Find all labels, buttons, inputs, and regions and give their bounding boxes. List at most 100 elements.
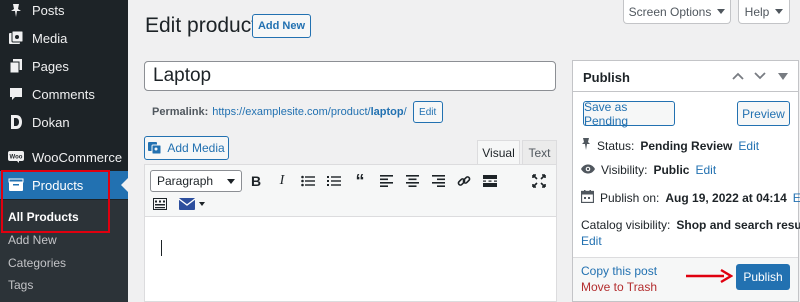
permalink-label: Permalink: (152, 106, 209, 118)
media-icon (6, 28, 26, 48)
visibility-label: Visibility: (601, 163, 648, 177)
publish-on-label: Publish on: (600, 191, 660, 205)
catalog-visibility-label: Catalog visibility: (581, 218, 671, 232)
permalink-trail: / (403, 106, 407, 118)
submenu-add-new[interactable]: Add New (8, 233, 57, 247)
menu-item-dokan[interactable]: Dokan (0, 108, 128, 136)
status-edit-link[interactable]: Edit (738, 139, 759, 153)
comment-icon (6, 84, 26, 104)
add-media-button[interactable]: Add Media (144, 136, 229, 160)
align-left-icon[interactable] (376, 171, 396, 191)
submenu-categories[interactable]: Categories (8, 256, 66, 270)
dokan-icon (6, 112, 26, 132)
align-right-icon[interactable] (428, 171, 448, 191)
calendar-icon (580, 190, 595, 206)
read-more-icon[interactable] (480, 171, 500, 191)
catalog-visibility-edit-link[interactable]: Edit (581, 234, 602, 248)
products-submenu: All Products Add New Categories Tags (0, 200, 128, 302)
content-editor: Paragraph B I “ (144, 164, 557, 302)
eye-icon (581, 163, 595, 177)
text-caret (161, 240, 162, 256)
chevron-down-icon (227, 179, 235, 184)
publish-on-row: Publish on: Aug 19, 2022 at 04:14 Edit (580, 190, 800, 206)
menu-label: Dokan (32, 114, 70, 130)
menu-label: Media (32, 30, 68, 46)
page-title: Edit product (145, 14, 258, 37)
product-title-input[interactable] (144, 61, 556, 91)
help-button[interactable]: Help (738, 0, 790, 24)
status-value: Pending Review (640, 138, 733, 153)
editor-toolbar: Paragraph B I “ (145, 165, 556, 217)
publish-box-footer: Copy this post Move to Trash Publish (573, 257, 798, 301)
menu-label: Products (32, 177, 84, 193)
screen-options-label: Screen Options (628, 4, 712, 19)
preview-button[interactable]: Preview (737, 101, 790, 126)
woocommerce-icon: Woo (6, 147, 26, 167)
bulleted-list-icon[interactable] (298, 171, 318, 191)
submenu-tags[interactable]: Tags (8, 278, 33, 292)
format-select-value: Paragraph (157, 174, 214, 188)
menu-item-woocommerce[interactable]: Woo WooCommerce (0, 143, 128, 171)
products-icon (6, 175, 26, 195)
format-select[interactable]: Paragraph (150, 170, 242, 192)
editor-content-area[interactable] (145, 218, 556, 301)
publish-box-header: Publish (573, 61, 798, 92)
admin-sidebar: Posts Media Pages Comments Dokan Woo Woo… (0, 0, 128, 302)
menu-item-products[interactable]: Products (0, 171, 128, 199)
visibility-edit-link[interactable]: Edit (695, 163, 716, 177)
pin-icon (581, 137, 591, 154)
mail-icon[interactable] (177, 194, 207, 214)
move-to-trash-link[interactable]: Move to Trash (581, 280, 657, 294)
permalink-link[interactable]: https://examplesite.com/product/laptop/ (212, 106, 406, 118)
add-media-icon (148, 140, 162, 157)
publish-on-edit-link[interactable]: Edit (793, 191, 800, 205)
align-center-icon[interactable] (402, 171, 422, 191)
bold-icon[interactable]: B (246, 171, 266, 191)
publish-on-value: Aug 19, 2022 at 04:14 (665, 191, 787, 205)
publish-button[interactable]: Publish (736, 264, 790, 290)
permalink-slug: laptop (370, 106, 404, 118)
menu-item-comments[interactable]: Comments (0, 80, 128, 108)
collapse-toggle-icon[interactable] (776, 69, 790, 83)
blockquote-icon[interactable]: “ (350, 171, 370, 191)
menu-item-pages[interactable]: Pages (0, 52, 128, 80)
pin-icon (6, 0, 26, 20)
link-icon[interactable] (454, 171, 474, 191)
visibility-row: Visibility: Public Edit (581, 163, 716, 177)
permalink-edit-button[interactable]: Edit (412, 101, 443, 123)
fullscreen-icon[interactable] (529, 171, 549, 191)
toolbar-toggle-icon[interactable] (150, 194, 170, 214)
save-as-pending-button[interactable]: Save as Pending (583, 100, 675, 128)
screen-options-button[interactable]: Screen Options (623, 0, 731, 24)
copy-post-link[interactable]: Copy this post (581, 264, 657, 278)
chevron-down-icon (717, 9, 726, 14)
tab-text[interactable]: Text (522, 140, 557, 165)
status-row: Status: Pending Review Edit (581, 137, 759, 154)
menu-label: Pages (32, 58, 69, 74)
permalink-base: https://examplesite.com/product/ (212, 106, 371, 118)
italic-icon[interactable]: I (272, 171, 292, 191)
menu-item-media[interactable]: Media (0, 24, 128, 52)
publish-box-title: Publish (583, 70, 630, 85)
submenu-all-products[interactable]: All Products (8, 210, 79, 224)
catalog-visibility-row: Catalog visibility: Shop and search resul… (581, 218, 800, 232)
menu-label: WooCommerce (32, 149, 123, 165)
catalog-visibility-value: Shop and search results (676, 218, 800, 232)
numbered-list-icon[interactable] (324, 171, 344, 191)
chevron-up-icon[interactable] (731, 69, 745, 83)
chevron-down-icon[interactable] (753, 69, 767, 83)
tab-visual[interactable]: Visual (477, 140, 520, 165)
add-new-button[interactable]: Add New (252, 14, 311, 38)
active-indicator (121, 178, 128, 192)
help-label: Help (744, 4, 770, 19)
menu-item-posts[interactable]: Posts (0, 0, 128, 24)
chevron-down-icon (775, 9, 784, 14)
add-media-label: Add Media (167, 141, 225, 155)
menu-label: Posts (32, 2, 65, 18)
visibility-value: Public (653, 163, 690, 177)
page-icon (6, 56, 26, 76)
annotation-arrow-icon (685, 268, 734, 287)
status-label: Status: (597, 138, 635, 153)
permalink-row: Permalink: https://examplesite.com/produ… (152, 101, 443, 123)
publish-box: Publish Save as Pending Preview Status: P… (572, 60, 800, 302)
